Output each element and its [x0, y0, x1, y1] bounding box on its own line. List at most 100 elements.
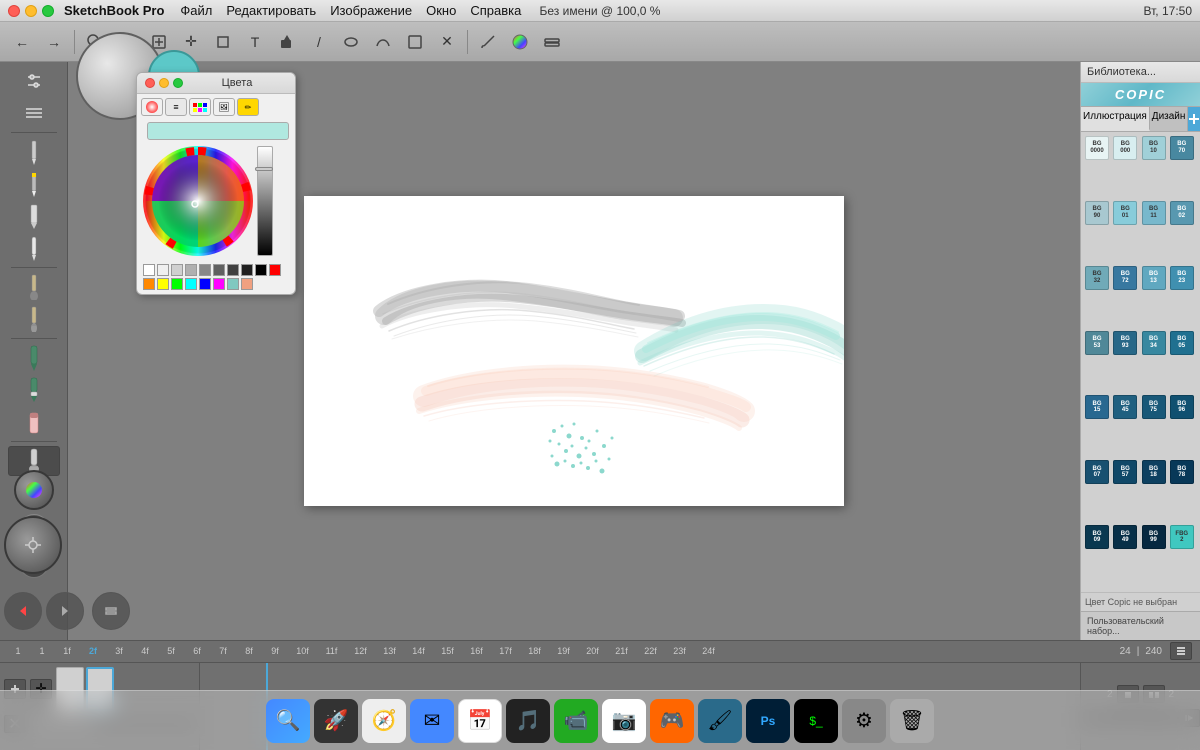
distort-button[interactable]: ✕	[433, 28, 461, 56]
swatch-4[interactable]	[199, 264, 211, 276]
menu-help[interactable]: Справка	[470, 3, 521, 18]
swatch-3[interactable]	[185, 264, 197, 276]
copic-custom-set[interactable]: Пользовательский набор...	[1081, 611, 1200, 640]
dock-photoshop[interactable]: Ps	[746, 699, 790, 743]
copic-color-6[interactable]: BG 11	[1142, 201, 1166, 225]
dock-terminal[interactable]: $_	[794, 699, 838, 743]
dock-system-prefs[interactable]: ⚙	[842, 699, 886, 743]
copic-color-15[interactable]: BG 05	[1170, 331, 1194, 355]
swatch-7[interactable]	[241, 264, 253, 276]
copic-color-17[interactable]: BG 45	[1113, 395, 1137, 419]
swatch-yellow[interactable]	[157, 278, 169, 290]
swatch-1[interactable]	[157, 264, 169, 276]
copic-color-11[interactable]: BG 23	[1170, 266, 1194, 290]
color-wheel-button[interactable]	[506, 28, 534, 56]
color-circle-button[interactable]	[14, 470, 54, 510]
layers-button[interactable]	[538, 28, 566, 56]
copic-color-12[interactable]: BG 53	[1085, 331, 1109, 355]
swatch-magenta[interactable]	[213, 278, 225, 290]
adjust-tool[interactable]	[8, 66, 60, 96]
copic-color-18[interactable]: BG 75	[1142, 395, 1166, 419]
redo-button[interactable]: →	[40, 28, 68, 56]
menu-image[interactable]: Изображение	[330, 3, 412, 18]
marquee-button[interactable]	[113, 28, 141, 56]
copic-color-19[interactable]: BG 96	[1170, 395, 1194, 419]
dock-music[interactable]: 🎵	[506, 699, 550, 743]
brush-tool-2[interactable]	[8, 304, 60, 334]
copic-color-25[interactable]: BG 49	[1113, 525, 1137, 549]
swatch-red[interactable]	[269, 264, 281, 276]
swatch-5[interactable]	[213, 264, 225, 276]
copic-tab-design[interactable]: Дизайн	[1150, 107, 1189, 131]
slider-handle[interactable]	[255, 167, 273, 171]
color-tab-image[interactable]: 🖼	[213, 98, 235, 116]
copic-color-26[interactable]: BG 99	[1142, 525, 1166, 549]
copic-color-10[interactable]: BG 13	[1142, 266, 1166, 290]
minimize-button[interactable]	[25, 5, 37, 17]
ruler-button[interactable]: /	[305, 28, 333, 56]
brightness-slider[interactable]	[257, 146, 273, 256]
swatch-blue[interactable]	[199, 278, 211, 290]
undo-button[interactable]: ←	[8, 28, 36, 56]
copic-color-23[interactable]: BG 78	[1170, 460, 1194, 484]
back-arrow-button[interactable]	[4, 592, 42, 630]
color-search-input[interactable]	[147, 122, 289, 140]
copic-tab-illustration[interactable]: Иллюстрация	[1081, 107, 1150, 131]
copic-color-21[interactable]: BG 57	[1113, 460, 1137, 484]
swatch-orange[interactable]	[143, 278, 155, 290]
color-tab-swatches[interactable]	[189, 98, 211, 116]
color-tab-crayon[interactable]: ✏	[237, 98, 259, 116]
dock-safari[interactable]: 🧭	[362, 699, 406, 743]
copic-color-20[interactable]: BG 07	[1085, 460, 1109, 484]
swatch-black[interactable]	[255, 264, 267, 276]
color-picker-close[interactable]	[145, 78, 155, 88]
pencil-tool-1[interactable]	[8, 137, 60, 167]
timeline-settings-button[interactable]	[1170, 642, 1192, 660]
copic-color-2[interactable]: BG 10	[1142, 136, 1166, 160]
swatch-6[interactable]	[227, 264, 239, 276]
swatch-teal[interactable]	[227, 278, 239, 290]
menu-edit[interactable]: Редактировать	[226, 3, 316, 18]
curve-button[interactable]	[369, 28, 397, 56]
swatch-2[interactable]	[171, 264, 183, 276]
dock-sketchbook[interactable]: 🖌	[698, 699, 742, 743]
ellipse-button[interactable]	[337, 28, 365, 56]
copic-color-16[interactable]: BG 15	[1085, 395, 1109, 419]
brush-tool-1[interactable]	[8, 272, 60, 302]
copic-color-14[interactable]: BG 34	[1142, 331, 1166, 355]
copic-color-1[interactable]: BG 000	[1113, 136, 1137, 160]
swatch-green[interactable]	[171, 278, 183, 290]
layers-panel-button[interactable]	[92, 592, 130, 630]
symmetry-button[interactable]	[401, 28, 429, 56]
maximize-button[interactable]	[42, 5, 54, 17]
copic-color-5[interactable]: BG 01	[1113, 201, 1137, 225]
menu-file[interactable]: Файл	[180, 3, 212, 18]
menu-window[interactable]: Окно	[426, 3, 456, 18]
color-tab-sliders[interactable]: ≡	[165, 98, 187, 116]
copic-add-button[interactable]	[1188, 107, 1200, 131]
copic-color-24[interactable]: BG 09	[1085, 525, 1109, 549]
dock-facetime[interactable]: 📹	[554, 699, 598, 743]
dock-launchpad[interactable]: 🚀	[314, 699, 358, 743]
pencil-tool-2[interactable]	[8, 169, 60, 199]
color-picker-max[interactable]	[173, 78, 183, 88]
copic-color-0[interactable]: BG 0000	[1085, 136, 1109, 160]
transform-button[interactable]	[209, 28, 237, 56]
dock-finder[interactable]: 🔍	[266, 699, 310, 743]
forward-arrow-button[interactable]	[46, 592, 84, 630]
swatch-cyan[interactable]	[185, 278, 197, 290]
dock-app1[interactable]: 🎮	[650, 699, 694, 743]
copic-color-8[interactable]: BG 32	[1085, 266, 1109, 290]
zoom-button[interactable]	[81, 28, 109, 56]
color-picker-min[interactable]	[159, 78, 169, 88]
copic-color-13[interactable]: BG 93	[1113, 331, 1137, 355]
close-button[interactable]	[8, 5, 20, 17]
copic-color-27[interactable]: FBG 2	[1170, 525, 1194, 549]
dock-mail[interactable]: ✉	[410, 699, 454, 743]
drawing-canvas[interactable]	[304, 196, 844, 506]
swatch-peach[interactable]	[241, 278, 253, 290]
dock-photos[interactable]: 📷	[602, 699, 646, 743]
marker-tool-1[interactable]	[8, 343, 60, 373]
brush-button[interactable]	[474, 28, 502, 56]
copic-color-22[interactable]: BG 18	[1142, 460, 1166, 484]
